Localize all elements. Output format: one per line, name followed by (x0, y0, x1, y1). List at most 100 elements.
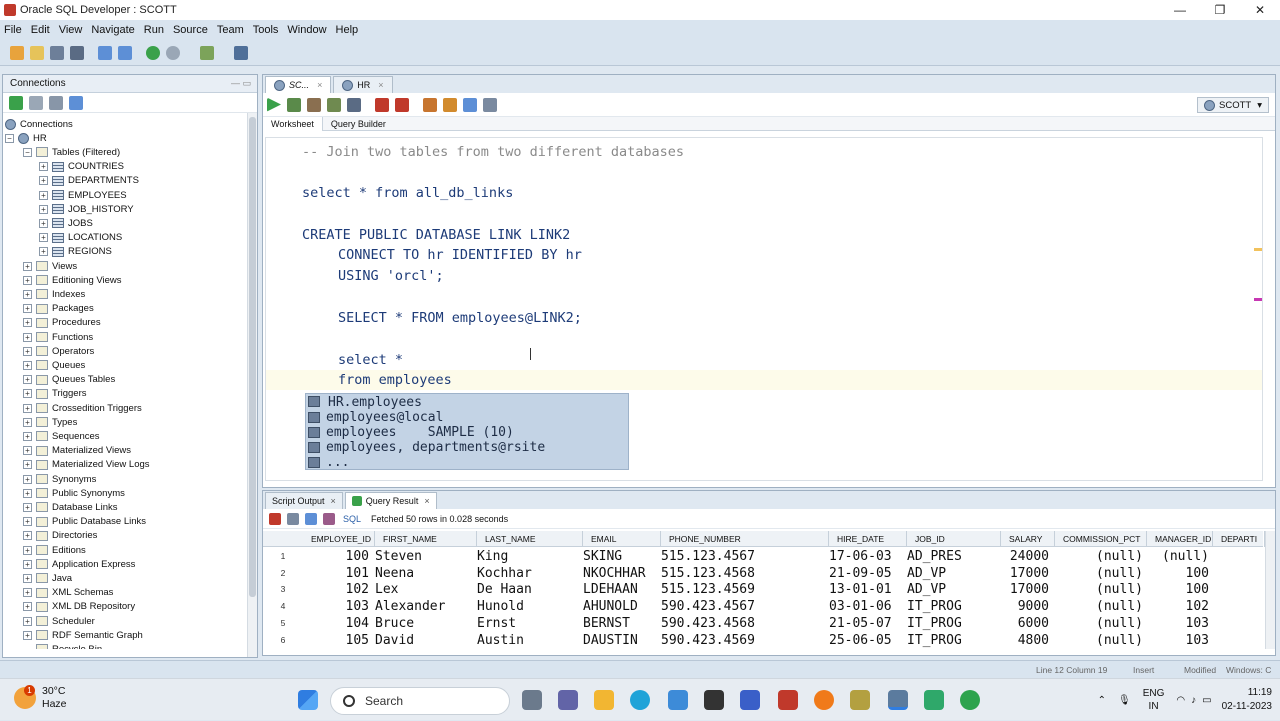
table-row[interactable]: 1 100 Steven King SKING 515.123.4567 17-06-03 A… (263, 548, 1263, 565)
tree-node[interactable]: + Directories (23, 529, 97, 543)
back-icon[interactable] (146, 45, 160, 60)
table-cell[interactable]: (null) (1147, 548, 1211, 565)
row-number[interactable]: 2 (263, 565, 303, 582)
column-header[interactable]: JOB_ID (907, 531, 1001, 547)
store-icon[interactable] (668, 690, 688, 710)
mcafee-icon[interactable] (778, 690, 798, 710)
tree-node[interactable]: + Crossedition Triggers (23, 401, 142, 415)
row-number[interactable]: 1 (263, 548, 303, 565)
format-icon[interactable] (483, 97, 497, 112)
save-icon[interactable] (50, 45, 64, 60)
expand-icon[interactable]: + (39, 218, 48, 228)
volume-icon[interactable]: ♪ (1191, 695, 1196, 706)
error-marker[interactable] (1254, 298, 1262, 301)
history-icon[interactable] (463, 97, 477, 112)
tab-hr[interactable]: HR × (333, 76, 393, 93)
tree-node[interactable]: + LOCATIONS (39, 231, 122, 245)
close-button[interactable]: ✕ (1240, 0, 1280, 20)
expand-icon[interactable]: + (23, 602, 32, 612)
tree-node[interactable]: + Types (23, 415, 77, 429)
table-cell[interactable]: AD_PRES (907, 548, 1001, 565)
chevron-up-icon[interactable]: ⌃ (1098, 695, 1106, 706)
table-cell[interactable]: (null) (1055, 565, 1145, 582)
table-cell[interactable]: 103 (1147, 615, 1211, 632)
column-header[interactable]: HIRE_DATE (829, 531, 907, 547)
expand-icon[interactable]: + (39, 247, 48, 257)
expand-icon[interactable]: + (23, 545, 32, 555)
table-cell[interactable]: 102 (1147, 598, 1211, 615)
table-cell[interactable]: 103 (303, 598, 371, 615)
wifi-icon[interactable]: ◠ (1176, 695, 1185, 706)
menu-source[interactable]: Source (173, 24, 208, 36)
close-icon[interactable]: × (424, 496, 429, 506)
column-header[interactable]: EMPLOYEE_ID (303, 531, 375, 547)
expand-icon[interactable]: + (23, 616, 32, 626)
collapse-icon[interactable]: − (23, 147, 32, 157)
expand-icon[interactable]: + (23, 304, 32, 314)
cancel-query-icon[interactable] (323, 512, 335, 525)
task-view-icon[interactable] (522, 690, 542, 710)
table-cell[interactable]: De Haan (477, 581, 583, 598)
explain-plan-icon[interactable] (327, 97, 341, 112)
autotrace-icon[interactable] (307, 97, 321, 112)
table-cell[interactable]: 13-01-01 (829, 581, 907, 598)
table-cell[interactable]: 24000 (1001, 548, 1051, 565)
column-header[interactable]: MANAGER_ID (1147, 531, 1213, 547)
column-header[interactable]: SALARY (1001, 531, 1055, 547)
menu-help[interactable]: Help (336, 24, 359, 36)
connection-selector[interactable]: SCOTT ▾ (1197, 97, 1269, 113)
language-indicator[interactable]: ENG IN (1143, 687, 1165, 713)
tree-node[interactable]: + Public Synonyms (23, 486, 125, 500)
table-cell[interactable]: 105 (303, 632, 371, 649)
table-cell[interactable]: 590.423.4567 (661, 598, 829, 615)
table-cell[interactable]: 101 (303, 565, 371, 582)
save-all-icon[interactable] (70, 45, 84, 60)
tree-node[interactable]: + Public Database Links (23, 515, 146, 529)
expand-icon[interactable]: + (39, 176, 48, 186)
battery-icon[interactable]: ▭ (1202, 695, 1211, 706)
table-cell[interactable]: 17000 (1001, 565, 1051, 582)
table-cell[interactable]: Lex (375, 581, 477, 598)
menu-view[interactable]: View (59, 24, 83, 36)
menu-navigate[interactable]: Navigate (91, 24, 134, 36)
collapse-icon[interactable]: − (5, 133, 14, 143)
table-cell[interactable]: BERNST (583, 615, 661, 632)
panel-controls-icon[interactable]: — ▭ (231, 78, 251, 89)
row-number[interactable]: 6 (263, 632, 303, 649)
table-cell[interactable]: Bruce (375, 615, 477, 632)
table-cell[interactable]: Austin (477, 632, 583, 649)
close-icon[interactable]: × (317, 80, 322, 90)
clear-icon[interactable] (443, 97, 457, 112)
expand-icon[interactable]: + (23, 431, 32, 441)
table-cell[interactable]: 4800 (1001, 632, 1051, 649)
tab-script-output[interactable]: Script Output × (265, 492, 343, 509)
new-icon[interactable] (10, 45, 24, 60)
app-icon[interactable] (704, 690, 724, 710)
redo-icon[interactable] (118, 45, 132, 60)
expand-icon[interactable]: + (23, 488, 32, 498)
row-number[interactable]: 4 (263, 598, 303, 615)
tree-node[interactable]: + Synonyms (23, 472, 96, 486)
expand-icon[interactable]: + (23, 403, 32, 413)
tree-node[interactable]: + Editioning Views (23, 273, 122, 287)
tab-query-builder[interactable]: Query Builder (323, 119, 394, 129)
table-cell[interactable]: 104 (303, 615, 371, 632)
refresh-icon[interactable] (305, 512, 317, 525)
expand-icon[interactable]: + (23, 474, 32, 484)
tree-node[interactable]: + RDF Semantic Graph (23, 628, 143, 642)
connections-scrollbar[interactable] (247, 113, 257, 657)
taskbar-search[interactable]: Search (330, 687, 510, 715)
firefox-icon[interactable] (814, 690, 834, 710)
column-header[interactable]: FIRST_NAME (375, 531, 477, 547)
table-cell[interactable]: NKOCHHAR (583, 565, 661, 582)
tree-node[interactable]: + Functions (23, 330, 93, 344)
close-icon[interactable]: × (378, 80, 383, 90)
tree-node[interactable]: + JOBS (39, 216, 93, 230)
table-cell[interactable]: Alexander (375, 598, 477, 615)
minimize-button[interactable]: — (1160, 0, 1200, 20)
table-cell[interactable]: 9000 (1001, 598, 1051, 615)
tree-node[interactable]: + Sequences (23, 429, 100, 443)
table-cell[interactable]: AD_VP (907, 581, 1001, 598)
tree-node[interactable]: + Views (23, 259, 77, 273)
commit-icon[interactable] (375, 97, 389, 112)
